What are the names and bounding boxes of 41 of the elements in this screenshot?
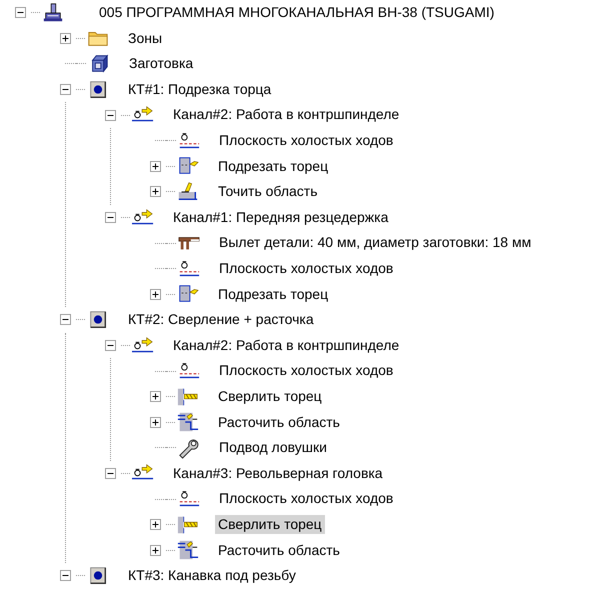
collapse-icon[interactable]	[104, 468, 116, 479]
collapse-icon[interactable]	[14, 7, 26, 18]
tree-item[interactable]: Подрезать торец	[215, 156, 332, 176]
tree-item[interactable]: Расточить область	[215, 540, 343, 560]
tree-item[interactable]: Канал#1: Передняя резцедержка	[170, 208, 392, 228]
tree-item[interactable]: Точить область	[215, 182, 320, 202]
tree-item[interactable]: Плоскость холостых ходов	[216, 131, 396, 151]
tree-item[interactable]: Канал#2: Работа в контршпинделе	[170, 105, 402, 125]
expand-icon[interactable]	[150, 544, 160, 556]
tree-item[interactable]: Заготовка	[126, 54, 196, 74]
expand-icon[interactable]	[150, 416, 160, 428]
expand-icon[interactable]	[150, 160, 160, 172]
tree-item[interactable]: Вылет детали: 40 мм, диаметр заготовки: 18 мм	[216, 233, 534, 253]
tree-item[interactable]: Канал#3: Револьверная головка	[170, 464, 386, 484]
tree-item[interactable]: Плоскость холостых ходов	[216, 258, 396, 278]
collapse-icon[interactable]	[60, 314, 70, 326]
tree-item[interactable]: Подрезать торец	[215, 284, 332, 304]
tree-item[interactable]: Канал#2: Работа в контршпинделе	[170, 336, 402, 356]
collapse-icon[interactable]	[60, 84, 70, 96]
tree-item[interactable]: Расточить область	[215, 412, 343, 432]
tree-item[interactable]: КТ#2: Сверление + расточка	[125, 310, 317, 330]
collapse-icon[interactable]	[104, 212, 116, 224]
tree-item[interactable]: 005 ПРОГРАММНАЯ МНОГОКАНАЛЬНАЯ ВН-38 (TSUGAMI)	[96, 3, 498, 23]
expand-icon[interactable]	[150, 391, 160, 402]
tree-item[interactable]: Подвод ловушки	[216, 438, 330, 458]
tree-item[interactable]: Зоны	[125, 28, 166, 48]
tree-item[interactable]: Сверлить торец	[215, 386, 325, 406]
boring-icon	[175, 539, 201, 562]
collapse-icon[interactable]	[60, 570, 70, 582]
tree-item[interactable]: Плоскость холостых ходов	[216, 489, 396, 509]
collapse-icon[interactable]	[104, 110, 116, 121]
expand-icon[interactable]	[150, 186, 160, 198]
tree-item[interactable]: Плоскость холостых ходов	[216, 361, 396, 381]
expand-icon[interactable]	[60, 32, 70, 44]
expand-icon[interactable]	[150, 519, 160, 530]
tree-item[interactable]: Сверлить торец	[215, 514, 325, 534]
expand-icon[interactable]	[150, 288, 160, 300]
boring-icon	[175, 411, 201, 434]
collapse-icon[interactable]	[104, 340, 116, 352]
tree-item[interactable]: КТ#1: Подрезка торца	[125, 80, 274, 100]
tree-item[interactable]: КТ#3: Канавка под резьбу	[125, 566, 299, 586]
